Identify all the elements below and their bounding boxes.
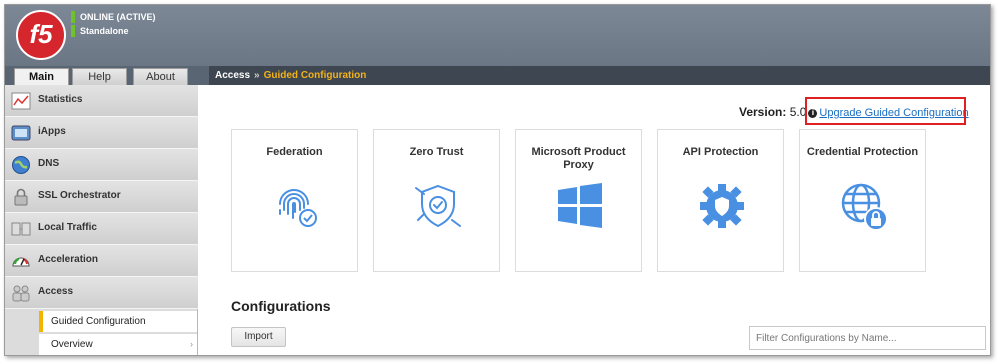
- sidebar-item-ssl-orchestrator[interactable]: SSL Orchestrator: [5, 181, 198, 213]
- shield-check-icon: [415, 184, 461, 228]
- card-federation[interactable]: Federation: [231, 129, 358, 272]
- breadcrumb-current: Guided Configuration: [263, 70, 367, 81]
- iapps-icon: [11, 125, 31, 141]
- local-traffic-icon: [11, 222, 31, 236]
- access-icon: [12, 285, 30, 302]
- sidebar-item-local-traffic[interactable]: Local Traffic: [5, 213, 198, 245]
- sidebar-item-label: Acceleration: [38, 254, 99, 265]
- import-button[interactable]: Import: [231, 327, 286, 347]
- card-api-protection[interactable]: API Protection: [657, 129, 784, 272]
- fingerprint-icon: [279, 189, 317, 227]
- statistics-icon: [11, 92, 31, 110]
- card-title: Zero Trust: [409, 146, 464, 158]
- card-credential-protection[interactable]: Credential Protection: [799, 129, 926, 272]
- status-online: ONLINE (ACTIVE): [71, 11, 156, 23]
- tab-about[interactable]: About: [133, 68, 188, 85]
- version-label: Version:: [739, 105, 787, 119]
- sidebar-subitem-label: Overview: [51, 339, 93, 350]
- configurations-heading: Configurations: [231, 298, 331, 314]
- sidebar: Statistics iApps DNS SSL Orchestrator Lo…: [5, 85, 198, 355]
- sidebar-item-label: Access: [38, 286, 74, 297]
- sidebar-item-label: SSL Orchestrator: [38, 190, 121, 201]
- tab-main[interactable]: Main: [14, 68, 69, 85]
- dns-globe-icon: [12, 156, 30, 174]
- breadcrumb: Access » Guided Configuration: [209, 66, 990, 85]
- f5-logo: f5: [16, 10, 66, 60]
- card-title: API Protection: [682, 146, 759, 158]
- filter-configurations-input[interactable]: [749, 326, 986, 350]
- sidebar-item-label: iApps: [38, 126, 66, 137]
- card-title: Federation: [266, 146, 323, 158]
- top-banner: f5 ONLINE (ACTIVE) Standalone: [5, 5, 990, 66]
- sidebar-item-dns[interactable]: DNS: [5, 149, 198, 181]
- version-value: 5.0: [789, 105, 807, 119]
- breadcrumb-parent[interactable]: Access: [215, 70, 250, 81]
- main-content: Version: 5.0 i Upgrade Guided Configuratio…: [209, 85, 990, 355]
- gear-shield-icon: [700, 184, 744, 228]
- sidebar-item-access[interactable]: Access: [5, 277, 198, 309]
- sidebar-item-label: Statistics: [38, 94, 83, 105]
- tab-bar: Main Help About Access » Guided Configurat…: [5, 66, 990, 85]
- card-microsoft-product-proxy[interactable]: Microsoft Product Proxy: [515, 129, 642, 272]
- sidebar-item-statistics[interactable]: Statistics: [5, 85, 198, 117]
- card-zero-trust[interactable]: Zero Trust: [373, 129, 500, 272]
- lock-icon: [14, 188, 28, 206]
- sidebar-item-label: Local Traffic: [38, 222, 97, 233]
- card-title: Microsoft Product Proxy: [531, 146, 626, 171]
- application-window: f5 ONLINE (ACTIVE) Standalone Main Help …: [4, 4, 991, 356]
- windows-icon: [558, 183, 602, 228]
- highlight-box: [805, 97, 966, 125]
- gauge-icon: [12, 257, 30, 267]
- globe-lock-icon: [841, 183, 888, 231]
- sidebar-item-acceleration[interactable]: Acceleration: [5, 245, 198, 277]
- status-mode: Standalone: [71, 25, 129, 37]
- chevron-right-icon: ›: [190, 339, 193, 349]
- sidebar-subitem-overview[interactable]: Overview ›: [39, 334, 197, 355]
- tab-help[interactable]: Help: [72, 68, 127, 85]
- card-title: Credential Protection: [806, 146, 919, 158]
- sidebar-subitem-guided-configuration[interactable]: Guided Configuration: [39, 311, 197, 332]
- sidebar-subitem-label: Guided Configuration: [51, 316, 146, 327]
- sidebar-item-label: DNS: [38, 158, 60, 169]
- sidebar-item-iapps[interactable]: iApps: [5, 117, 198, 149]
- breadcrumb-separator: »: [254, 70, 260, 81]
